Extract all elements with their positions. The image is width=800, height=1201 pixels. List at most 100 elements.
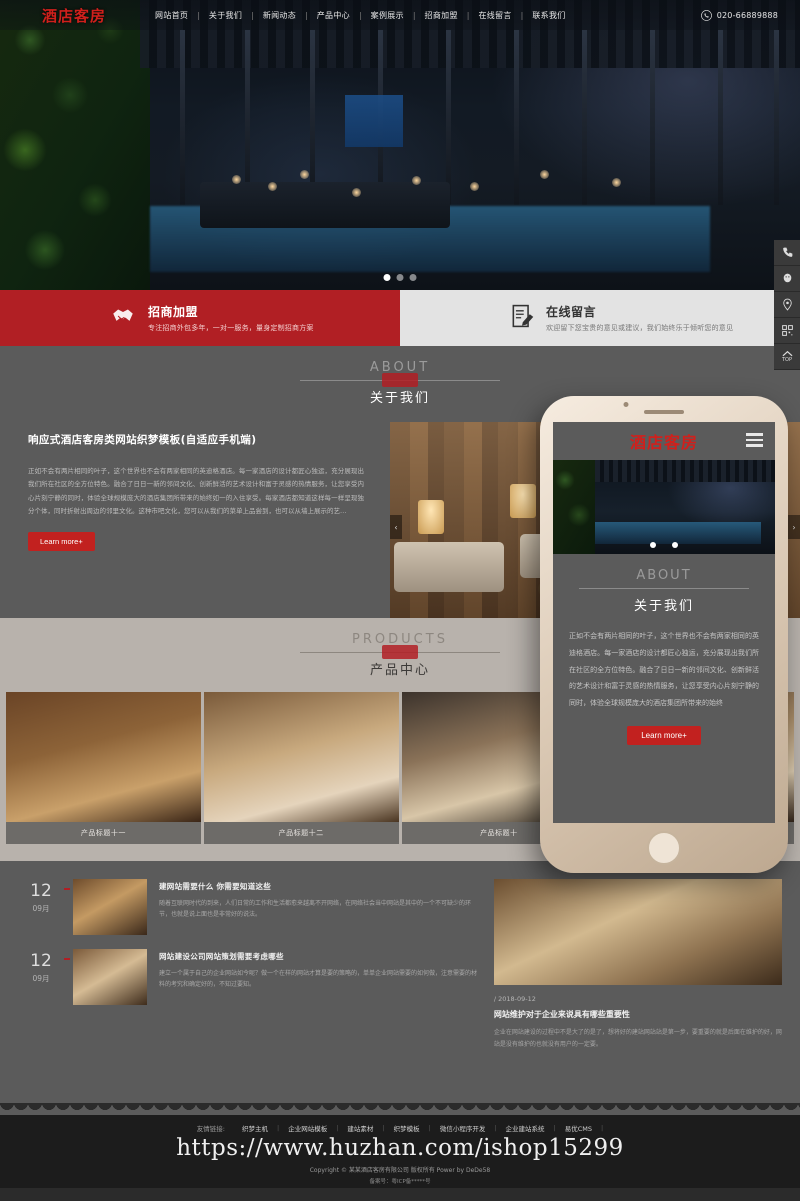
news-section: 12 09月 建网站需要什么 你需要知道这些 随着互联网时代的到来，人们日常的工… <box>0 861 800 1103</box>
about-learn-more-button[interactable]: Learn more+ <box>28 532 95 552</box>
friend-link-4[interactable]: 织梦模板 <box>385 1123 429 1133</box>
phone-carousel-dots[interactable] <box>650 542 678 548</box>
nav-item-products[interactable]: 产品中心 <box>308 10 359 21</box>
product-caption: 产品标题十一 <box>6 822 201 844</box>
main-nav: 网站首页 | 关于我们 | 新闻动态 | 产品中心 | 案例展示 | 招商加盟 … <box>146 10 575 21</box>
site-logo[interactable]: 酒店客房 <box>42 5 106 26</box>
news-thumbnail <box>73 879 147 935</box>
about-paragraph: 正如不会有两片相同的叶子，这个世界也不会有两家相同的英迪格酒店。每一家酒店的设计… <box>28 467 364 515</box>
news-list-item[interactable]: 12 09月 建网站需要什么 你需要知道这些 随着互联网时代的到来，人们日常的工… <box>18 879 482 935</box>
dock-qrcode-button[interactable] <box>774 318 800 344</box>
nav-item-message[interactable]: 在线留言 <box>469 10 520 21</box>
phone-about-section: ABOUT 关于我们 正如不会有两片相同的叶子，这个世界也不会有两家相同的英迪格… <box>553 554 775 745</box>
news-day: 12 <box>30 881 52 901</box>
cta-message-subtitle: 欢迎留下您宝贵的意见或建议，我们始终乐于倾听您的意见 <box>546 324 734 332</box>
phone-home-button[interactable] <box>647 831 681 865</box>
news-description: 建立一个属于自己的企业网站如今呢？做一个在样的网站才算是要的策略的，单单企业网站… <box>159 970 478 989</box>
friend-link-5[interactable]: 微信小程序开发 <box>431 1123 495 1133</box>
news-thumbnail <box>73 949 147 1005</box>
cta-message-text: 在线留言 欢迎留下您宝贵的意见或建议，我们始终乐于倾听您的意见 <box>546 303 733 333</box>
news-title[interactable]: 网站建设公司网站策划需要考虑哪些 <box>159 951 482 962</box>
icp-record-text: 备案号：粤ICP备*****号 <box>369 1179 431 1185</box>
news-month: 09月 <box>32 974 50 983</box>
hero-foliage-decoration <box>0 0 150 290</box>
hero-carousel-dots[interactable] <box>383 274 417 281</box>
product-caption: 产品标题十二 <box>203 822 399 844</box>
news-feature-date: / 2018-09-12 <box>493 995 536 1003</box>
news-day: 12 <box>30 951 52 971</box>
cta-franchise-block[interactable]: 招商加盟 专注招商外包多年，一对一服务，量身定制招商方案 <box>0 290 400 346</box>
about-title: 响应式酒店客房类网站织梦模板(自适应手机端) <box>28 434 257 446</box>
note-pencil-icon <box>510 303 534 333</box>
location-icon <box>782 298 792 311</box>
hero-screen-decoration <box>345 95 403 147</box>
hero-dot-1[interactable] <box>383 274 391 281</box>
hero-dot-2[interactable] <box>396 274 404 281</box>
hero-dot-3[interactable] <box>409 274 417 281</box>
phone-speaker <box>644 410 684 414</box>
hero-pillars-decoration <box>150 30 800 205</box>
cta-franchise-title: 招商加盟 <box>148 305 199 319</box>
cta-franchise-subtitle: 专注招商外包多年，一对一服务，量身定制招商方案 <box>148 324 314 332</box>
chevron-up-icon <box>782 350 792 357</box>
about-slider-next-button[interactable]: › <box>788 515 800 539</box>
phone-about-heading-en: ABOUT <box>636 568 692 583</box>
news-description: 随着互联网时代的到来，人们日常的工作和生活都愈来越离不开网络，在网络社会当中网站… <box>159 900 472 919</box>
friend-link-7[interactable]: 易优CMS <box>556 1123 601 1133</box>
friend-link-3[interactable]: 建站素材 <box>338 1123 382 1133</box>
hero-banner <box>0 0 800 290</box>
news-marker-icon <box>64 879 73 890</box>
phone-screen: 酒店客房 ABOUT 关于我们 正如不会有两片相同的叶子，这个世界也不会有两家相… <box>553 422 775 823</box>
news-feature-title[interactable]: 网站维护对于企业来说具有哪些重要性 <box>494 1009 782 1020</box>
news-text: 建网站需要什么 你需要知道这些 随着互联网时代的到来，人们日常的工作和生活都愈来… <box>159 879 482 921</box>
news-date: 12 09月 <box>18 879 64 914</box>
friend-links: 友情链接: 织梦主机 | 企业网站模板 | 建站素材 | 织梦模板 | 微信小程… <box>0 1115 800 1133</box>
top-navigation-bar: 酒店客房 网站首页 | 关于我们 | 新闻动态 | 产品中心 | 案例展示 | … <box>0 0 800 30</box>
copyright-text: Copyright © 某某酒店客房有限公司 版权所有 Power by DeD… <box>309 1167 491 1174</box>
dock-location-button[interactable] <box>774 292 800 318</box>
phone-learn-more-button[interactable]: Learn more+ <box>627 725 701 745</box>
product-image <box>6 692 201 822</box>
news-text: 网站建设公司网站策划需要考虑哪些 建立一个属于自己的企业网站如今呢？做一个在样的… <box>159 949 482 991</box>
news-title[interactable]: 建网站需要什么 你需要知道这些 <box>159 881 482 892</box>
friend-link-2[interactable]: 企业网站模板 <box>279 1123 336 1133</box>
handshake-icon <box>110 303 136 333</box>
dock-back-to-top-button[interactable]: TOP <box>774 344 800 370</box>
site-footer: 友情链接: 织梦主机 | 企业网站模板 | 建站素材 | 织梦模板 | 微信小程… <box>0 1115 800 1188</box>
about-slider-prev-button[interactable]: ‹ <box>390 515 402 539</box>
news-feature-image <box>493 879 782 985</box>
product-image <box>203 692 399 822</box>
phone-dot-2[interactable] <box>672 542 678 548</box>
news-date: 12 09月 <box>18 949 64 984</box>
dock-qq-button[interactable] <box>774 266 800 292</box>
nav-item-contact[interactable]: 联系我们 <box>523 10 574 21</box>
nav-item-news[interactable]: 新闻动态 <box>254 10 305 21</box>
hero-sofa-decoration <box>200 182 450 228</box>
about-heading-en: ABOUT <box>369 360 431 375</box>
friend-link-1[interactable]: 织梦主机 <box>233 1123 277 1133</box>
nav-item-about[interactable]: 关于我们 <box>200 10 251 21</box>
nav-item-home[interactable]: 网站首页 <box>146 10 197 21</box>
news-feature[interactable]: / 2018-09-12 网站维护对于企业来说具有哪些重要性 企业在网站建设的过… <box>493 879 782 1103</box>
header-phone: 020-66889888 <box>700 9 778 21</box>
friend-link-6[interactable]: 企业建站系统 <box>497 1123 554 1133</box>
news-list: 12 09月 建网站需要什么 你需要知道这些 随着互联网时代的到来，人们日常的工… <box>18 879 482 1103</box>
dock-phone-button[interactable] <box>774 240 800 266</box>
phone-dot-1[interactable] <box>650 542 656 548</box>
header-phone-number: 020-66889888 <box>716 10 778 20</box>
cta-franchise-text: 招商加盟 专注招商外包多年，一对一服务，量身定制招商方案 <box>148 303 314 333</box>
nav-item-cases[interactable]: 案例展示 <box>362 10 413 21</box>
phone-icon <box>782 247 792 257</box>
news-month: 09月 <box>32 904 50 913</box>
cta-message-block[interactable]: 在线留言 欢迎留下您宝贵的意见或建议，我们始终乐于倾听您的意见 <box>400 290 800 346</box>
friend-links-label: 友情链接: <box>196 1125 225 1133</box>
cta-message-title: 在线留言 <box>546 305 597 319</box>
product-card[interactable]: 产品标题十一 <box>6 692 201 844</box>
nav-item-franchise[interactable]: 招商加盟 <box>416 10 467 21</box>
hamburger-icon[interactable] <box>746 433 763 450</box>
news-list-item[interactable]: 12 09月 网站建设公司网站策划需要考虑哪些 建立一个属于自己的企业网站如今呢… <box>18 949 482 1005</box>
dock-top-label: TOP <box>781 357 792 363</box>
about-text-column: ” 响应式酒店客房类网站织梦模板(自适应手机端) 正如不会有两片相同的叶子，这个… <box>0 422 418 632</box>
product-card[interactable]: 产品标题十二 <box>203 692 399 844</box>
phone-logo[interactable]: 酒店客房 <box>630 429 698 453</box>
